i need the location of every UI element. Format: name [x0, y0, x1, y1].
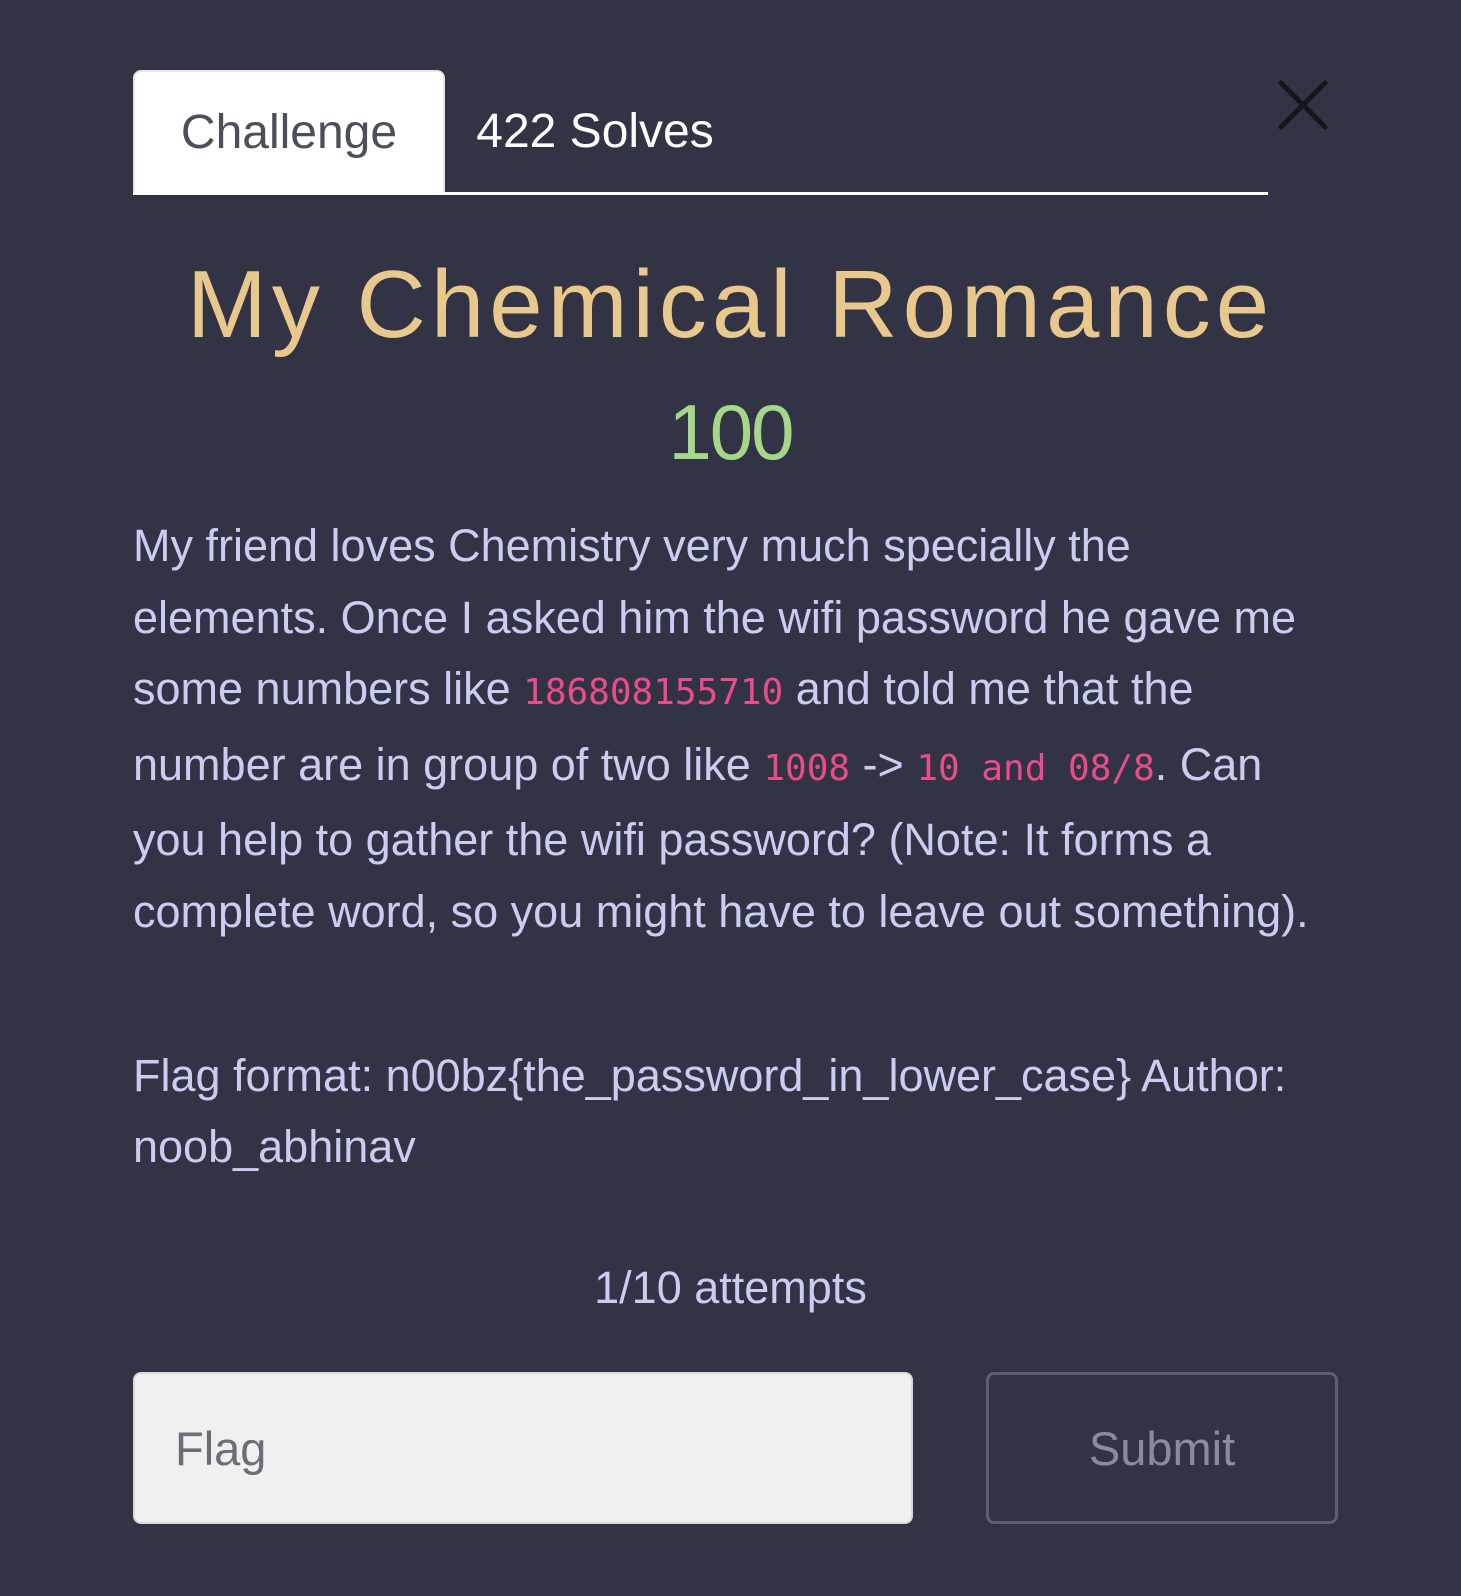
close-button[interactable]	[1278, 80, 1328, 130]
challenge-modal: Challenge 422 Solves My Chemical Romance…	[0, 0, 1461, 1596]
challenge-points: 100	[668, 388, 794, 476]
tab-bar: Challenge 422 Solves	[133, 70, 1268, 195]
code-snippet: 1008	[763, 747, 851, 789]
close-icon	[1278, 80, 1328, 130]
code-snippet: 10 and 08/8	[916, 747, 1155, 789]
code-snippet: 186808155710	[523, 672, 784, 713]
tab-challenge[interactable]: Challenge	[133, 70, 445, 192]
challenge-title: My Chemical Romance	[186, 251, 1275, 358]
flag-format-text: Flag format: n00bz{the_password_in_lower…	[133, 1050, 1287, 1172]
description-text: ->	[850, 738, 917, 790]
attempts-counter: 1/10 attempts	[594, 1262, 867, 1313]
submit-button[interactable]: Submit	[986, 1372, 1338, 1524]
challenge-description: My friend loves Chemistry very much spec…	[133, 510, 1333, 947]
flag-input[interactable]	[133, 1372, 913, 1524]
tab-solves[interactable]: 422 Solves	[445, 70, 745, 192]
